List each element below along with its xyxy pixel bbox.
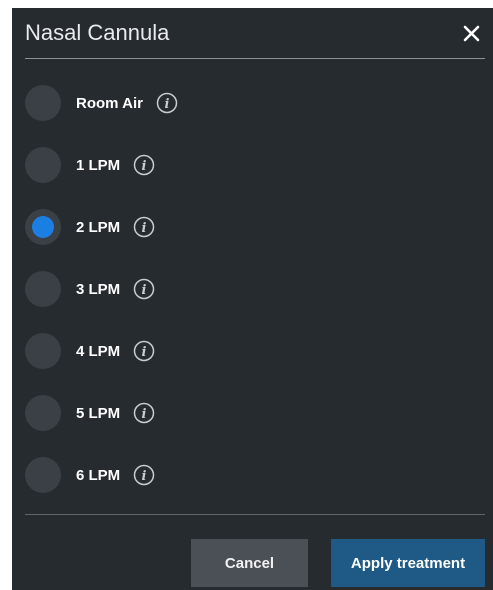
option-label: 4 LPM [76, 342, 121, 360]
svg-text:i: i [142, 283, 147, 298]
radio-button[interactable] [25, 85, 61, 121]
radio-button[interactable] [25, 147, 61, 183]
option-2-lpm[interactable]: 2 LPM i [25, 208, 155, 246]
option-label: 3 LPM [76, 280, 121, 298]
option-room-air[interactable]: Room Air i [25, 84, 178, 122]
info-icon[interactable]: i [133, 464, 155, 486]
nasal-cannula-dialog: Nasal Cannula Room Air i 1 LPM i 2 LPM i… [12, 8, 493, 590]
apply-treatment-button[interactable]: Apply treatment [331, 539, 485, 587]
option-1-lpm[interactable]: 1 LPM i [25, 146, 155, 184]
option-6-lpm[interactable]: 6 LPM i [25, 456, 155, 494]
option-label: 5 LPM [76, 404, 121, 422]
radio-button-selected[interactable] [25, 209, 61, 245]
radio-button[interactable] [25, 457, 61, 493]
svg-text:i: i [142, 345, 147, 360]
option-label: 1 LPM [76, 156, 121, 174]
cancel-button[interactable]: Cancel [191, 539, 308, 587]
radio-button[interactable] [25, 395, 61, 431]
svg-text:i: i [164, 97, 169, 112]
svg-text:i: i [142, 221, 147, 236]
radio-button[interactable] [25, 271, 61, 307]
option-label: 2 LPM [76, 218, 121, 236]
info-icon[interactable]: i [133, 154, 155, 176]
option-4-lpm[interactable]: 4 LPM i [25, 332, 155, 370]
dialog-header: Nasal Cannula [25, 20, 485, 59]
close-icon[interactable] [459, 20, 485, 46]
info-icon[interactable]: i [133, 216, 155, 238]
info-icon[interactable]: i [133, 340, 155, 362]
selected-dot [32, 216, 54, 238]
dialog-title: Nasal Cannula [25, 20, 170, 45]
info-icon[interactable]: i [156, 92, 178, 114]
svg-text:i: i [142, 407, 147, 422]
info-icon[interactable]: i [133, 278, 155, 300]
radio-button[interactable] [25, 333, 61, 369]
option-label: Room Air [76, 94, 143, 112]
option-5-lpm[interactable]: 5 LPM i [25, 394, 155, 432]
option-label: 6 LPM [76, 466, 121, 484]
footer-divider [25, 514, 485, 515]
svg-text:i: i [142, 159, 147, 174]
svg-text:i: i [142, 469, 147, 484]
option-3-lpm[interactable]: 3 LPM i [25, 270, 155, 308]
info-icon[interactable]: i [133, 402, 155, 424]
